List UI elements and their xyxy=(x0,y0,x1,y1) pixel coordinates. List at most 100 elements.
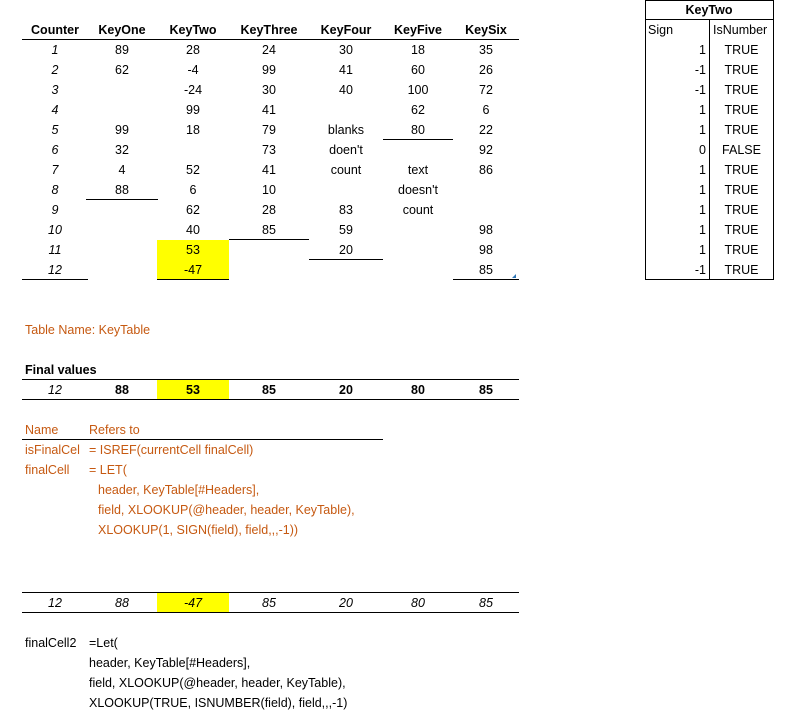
counter-cell: 7 xyxy=(51,163,59,177)
keythree-cell: 10 xyxy=(262,183,276,197)
name-finalcell: finalCell xyxy=(25,463,70,477)
keysix-cell: 92 xyxy=(479,143,493,157)
sign-cell: 1 xyxy=(699,123,706,137)
keyone-cell xyxy=(86,220,158,240)
name-isfinalcel: isFinalCel xyxy=(25,443,80,457)
finalcell2-line-3: XLOOKUP(TRUE, ISNUMBER(field), field,,,-… xyxy=(89,696,348,710)
side-header-sign: Sign xyxy=(648,23,674,37)
formula-finalcell: = LET( xyxy=(89,463,127,477)
keyone-cell: 88 xyxy=(115,183,129,197)
keyone-cell: 4 xyxy=(118,163,126,177)
keyone-cell: 32 xyxy=(115,143,129,157)
names-header-name: Name xyxy=(25,423,59,437)
table-name-label: Table Name: KeyTable xyxy=(25,323,151,337)
sign-cell: -1 xyxy=(694,63,706,77)
keyone-final-value: 88 xyxy=(115,596,129,610)
sign-cell: 1 xyxy=(699,203,706,217)
keythree-cell: 24 xyxy=(262,43,276,57)
formula-finalcell-line-1: header, KeyTable[#Headers], xyxy=(98,483,260,497)
isnumber-cell: FALSE xyxy=(722,143,761,157)
keyone-end-border xyxy=(86,199,158,200)
counter-cell: 8 xyxy=(51,183,59,197)
keythree-cell: 41 xyxy=(262,163,276,177)
keyone-cell xyxy=(86,200,158,220)
keythree-end-border xyxy=(229,239,309,240)
keyfive-cell: 80 xyxy=(411,123,425,137)
isnumber-cell: TRUE xyxy=(724,123,759,137)
keyone-cell: 89 xyxy=(115,43,129,57)
keyfour-cell: 41 xyxy=(339,63,353,77)
keyfive-cell: 62 xyxy=(411,103,425,117)
keyfive-end-border xyxy=(383,139,453,140)
counter-cell: 11 xyxy=(48,243,62,257)
finalcell2-first-line: =Let( xyxy=(89,636,118,650)
keythree-cell xyxy=(229,260,309,280)
keyfour-cell: 40 xyxy=(339,83,353,97)
isnumber-cell: TRUE xyxy=(724,203,759,217)
isnumber-cell: TRUE xyxy=(724,243,759,257)
formula-finalcell-line-2: field, XLOOKUP(@header, header, KeyTable… xyxy=(98,503,355,517)
side-header-isnumber: IsNumber xyxy=(713,23,768,37)
counter-cell: 3 xyxy=(51,83,59,97)
side-table: KeyTwo Sign IsNumber 1 TRUE -1 TRUE -1 TRUE 1 T… xyxy=(645,0,775,282)
final-values-2-bottom-border xyxy=(22,612,519,613)
sign-cell: 1 xyxy=(699,163,706,177)
keysix-end-border xyxy=(453,279,519,280)
side-table-border-mid xyxy=(709,20,710,280)
counter-final-value: 12 xyxy=(48,383,62,397)
final-values-title: Final values xyxy=(25,363,97,377)
keyone-cell: 62 xyxy=(115,63,129,77)
keyfour-cell: blanks xyxy=(327,123,365,137)
keytwo-cell: 53 xyxy=(157,240,229,260)
header-keyone: KeyOne xyxy=(98,23,146,37)
keythree-cell: 79 xyxy=(262,123,276,137)
keysix-cell: 85 xyxy=(479,263,493,277)
keysix-cell: 6 xyxy=(482,103,490,117)
side-table-border-top xyxy=(645,0,773,1)
keyfive-cell: 18 xyxy=(411,43,425,57)
isnumber-cell: TRUE xyxy=(724,43,759,57)
keyfive-cell xyxy=(383,260,453,280)
keyfive-cell xyxy=(383,220,453,240)
keyone-cell xyxy=(86,260,158,280)
keysix-cell xyxy=(453,180,519,200)
header-keyfour: KeyFour xyxy=(320,23,372,37)
keysix-cell: 35 xyxy=(479,43,493,57)
keythree-final-value: 85 xyxy=(262,596,276,610)
sign-cell: 1 xyxy=(699,103,706,117)
keythree-cell xyxy=(229,240,309,260)
keyfour-cell: 59 xyxy=(339,223,353,237)
isnumber-cell: TRUE xyxy=(724,183,759,197)
keyfive-cell: count xyxy=(402,203,434,217)
keytwo-cell: -47 xyxy=(157,260,229,280)
keyfour-cell xyxy=(309,260,383,280)
keysix-cell: 72 xyxy=(479,83,493,97)
counter-cell: 12 xyxy=(48,263,62,277)
keysix-cell: 26 xyxy=(479,63,493,77)
keyfive-cell xyxy=(383,240,453,260)
keytwo-final-value: -47 xyxy=(157,593,229,613)
counter-cell: 6 xyxy=(51,143,59,157)
resize-handle-icon[interactable] xyxy=(512,274,516,278)
keytwo-final-value: 53 xyxy=(157,380,229,400)
keyfour-end-border xyxy=(309,259,383,260)
keythree-final-value: 85 xyxy=(262,383,276,397)
formula-isfinalcel: = ISREF(currentCell finalCell) xyxy=(89,443,254,457)
header-keysix: KeySix xyxy=(465,23,507,37)
keyone-final-value: 88 xyxy=(115,383,129,397)
side-table-title: KeyTwo xyxy=(685,3,733,17)
finalcell2-line-2: field, XLOOKUP(@header, header, KeyTable… xyxy=(89,676,346,690)
keythree-cell: 73 xyxy=(262,143,276,157)
counter-final-value: 12 xyxy=(48,596,62,610)
side-table-border-right xyxy=(773,0,774,280)
sign-cell: 1 xyxy=(699,223,706,237)
keyfour-final-value: 20 xyxy=(339,596,353,610)
keysix-cell: 98 xyxy=(479,243,493,257)
counter-cell: 4 xyxy=(51,103,59,117)
sign-cell: 1 xyxy=(699,43,706,57)
keyfour-cell: count xyxy=(330,163,362,177)
finalcell2-line-1: header, KeyTable[#Headers], xyxy=(89,656,251,670)
keytwo-cell: 6 xyxy=(189,183,197,197)
side-table-border-left xyxy=(645,0,646,280)
counter-cell: 5 xyxy=(51,123,59,137)
